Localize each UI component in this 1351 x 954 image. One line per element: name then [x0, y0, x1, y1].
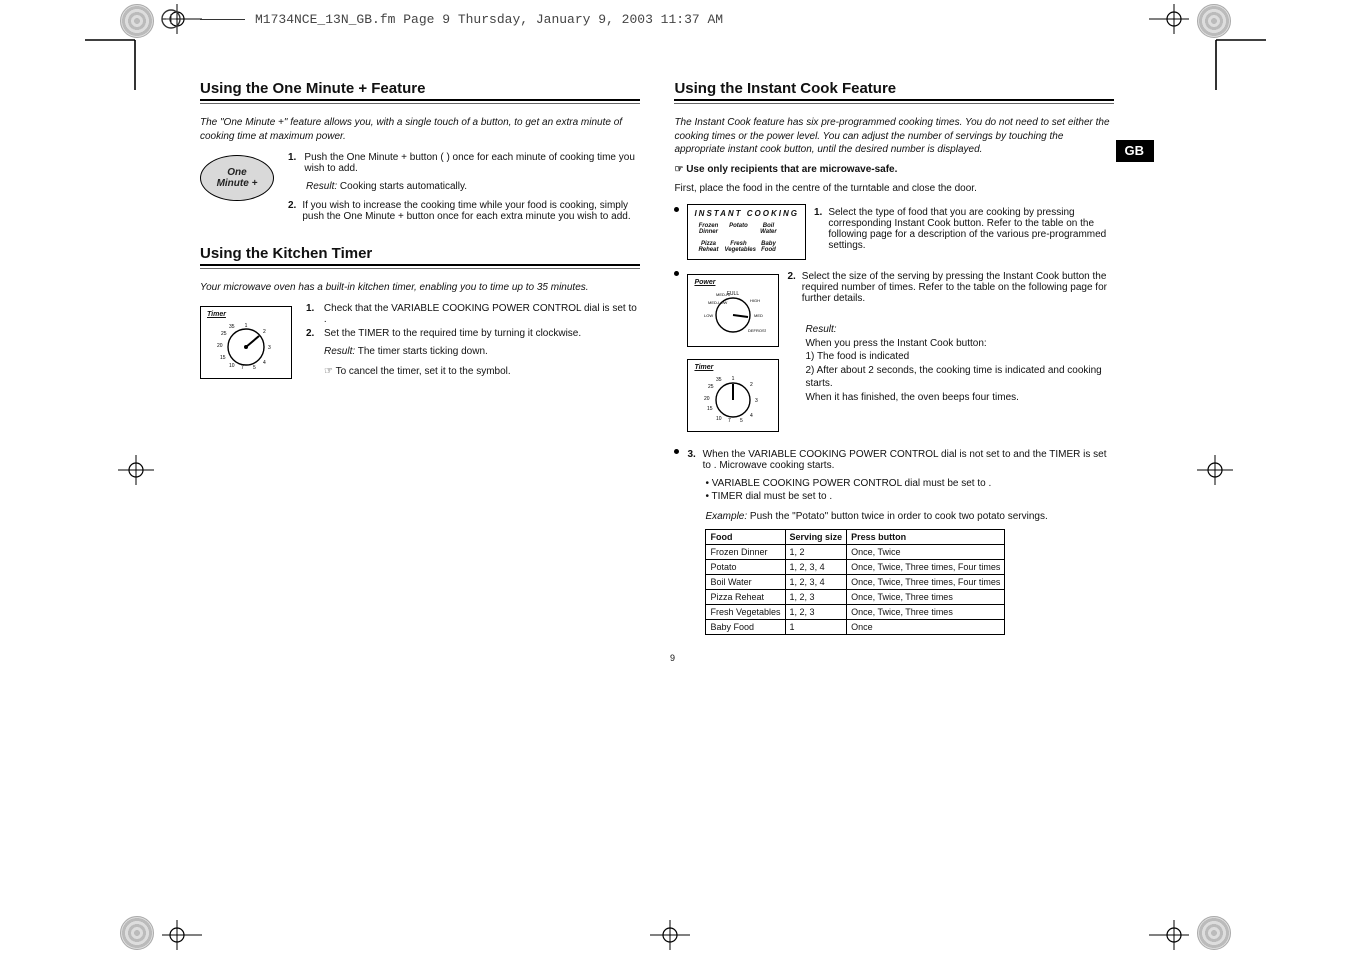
one-minute-button-graphic: One Minute + — [200, 155, 274, 201]
svg-text:10: 10 — [229, 363, 235, 369]
svg-text:20: 20 — [217, 343, 223, 349]
svg-text:HIGH: HIGH — [750, 298, 760, 303]
section-title-instant-cook: Using the Instant Cook Feature — [674, 80, 1114, 101]
safe-recipients-note: ☞ Use only recipients that are microwave… — [674, 163, 1114, 177]
result-text: Cooking starts automatically. — [340, 181, 467, 192]
svg-text:2: 2 — [750, 382, 753, 388]
result-text: The timer starts ticking down. — [358, 346, 488, 357]
step-number: 1. — [814, 207, 822, 218]
svg-text:20: 20 — [704, 396, 710, 402]
svg-text:1: 1 — [245, 323, 248, 329]
bullet-icon — [674, 207, 679, 212]
kitchen-timer-intro: Your microwave oven has a built-in kitch… — [200, 281, 640, 295]
instant-cook-panel: INSTANT COOKING Frozen Dinner Potato Boi… — [687, 204, 806, 260]
print-header: M1734NCE_13N_GB.fm Page 9 Thursday, Janu… — [160, 8, 723, 30]
svg-text:35: 35 — [229, 324, 235, 330]
svg-text:15: 15 — [220, 355, 226, 361]
instant-cook-table: Food Serving size Press button Frozen Di… — [705, 529, 1005, 635]
svg-text:5: 5 — [253, 365, 256, 369]
dial-requirement-note: • VARIABLE COOKING POWER CONTROL dial mu… — [705, 477, 1114, 504]
timer-cancel-note: ☞ To cancel the timer, set it to the sym… — [324, 365, 640, 379]
svg-text:MED: MED — [754, 313, 763, 318]
page-number: 9 — [670, 653, 1120, 663]
language-tab-label: GB — [1125, 143, 1145, 158]
example-text: Push the "Potato" button twice in order … — [750, 511, 1048, 522]
instant-cook-intro: The Instant Cook feature has six pre-pro… — [674, 116, 1114, 157]
section-title-kitchen-timer: Using the Kitchen Timer — [200, 245, 640, 266]
step-text: Select the type of food that you are coo… — [828, 207, 1114, 251]
svg-text:25: 25 — [708, 384, 714, 390]
step-text: Push the One Minute + button ( ) once fo… — [304, 152, 640, 174]
svg-text:15: 15 — [707, 406, 713, 412]
step-number: 1. — [306, 303, 318, 314]
bullet-icon — [674, 271, 679, 276]
step-number: 2. — [306, 328, 318, 339]
timer-dial-graphic: Timer 1 2 3 4 5 7 10 15 20 25 35 — [200, 306, 292, 379]
doc-glyph-icon — [160, 8, 190, 30]
svg-text:3: 3 — [755, 398, 758, 404]
section-title-one-minute: Using the One Minute + Feature — [200, 80, 640, 101]
open-door-line: First, place the food in the centre of t… — [674, 182, 1114, 196]
svg-text:DEFROST: DEFROST — [748, 328, 766, 333]
step-text: Select the size of the serving by pressi… — [802, 271, 1115, 304]
step-text: If you wish to increase the cooking time… — [302, 200, 640, 222]
svg-text:1: 1 — [732, 376, 735, 382]
bullet-icon — [674, 449, 679, 454]
header-text: M1734NCE_13N_GB.fm Page 9 Thursday, Janu… — [255, 12, 723, 27]
svg-text:7: 7 — [241, 365, 244, 369]
svg-text:LOW: LOW — [704, 313, 713, 318]
svg-text:5: 5 — [740, 418, 743, 422]
result-label: Result: — [306, 181, 337, 192]
svg-text:2: 2 — [263, 329, 266, 335]
timer-dial-graphic: Timer 1 2 3 4 5 7 10 15 20 25 3 — [687, 359, 779, 432]
power-dial-graphic: Power FULL HIGH MED DEFROST LOW MED-LOW … — [687, 274, 779, 347]
step-number: 2. — [288, 200, 296, 211]
example-label: Example: — [705, 511, 747, 522]
step-number: 3. — [687, 449, 696, 460]
result-label: Result: — [324, 346, 355, 357]
svg-text:10: 10 — [716, 416, 722, 422]
svg-text:25: 25 — [221, 331, 227, 337]
svg-text:35: 35 — [716, 377, 722, 383]
svg-text:3: 3 — [268, 345, 271, 351]
result-text: When you press the Instant Cook button: … — [805, 338, 1101, 403]
svg-text:MED-LOW: MED-LOW — [708, 300, 728, 305]
step-number: 1. — [288, 152, 298, 163]
one-minute-intro: The "One Minute +" feature allows you, w… — [200, 116, 640, 143]
step-text: When the VARIABLE COOKING POWER CONTROL … — [703, 449, 1115, 471]
svg-text:7: 7 — [728, 418, 731, 422]
step-text: Check that the VARIABLE COOKING POWER CO… — [324, 303, 640, 325]
svg-text:4: 4 — [263, 360, 266, 366]
svg-text:MED-HI: MED-HI — [716, 292, 730, 297]
step-text: Set the TIMER to the required time by tu… — [324, 328, 581, 339]
result-label: Result: — [805, 324, 836, 335]
step-number: 2. — [787, 271, 795, 282]
svg-text:4: 4 — [750, 413, 753, 419]
